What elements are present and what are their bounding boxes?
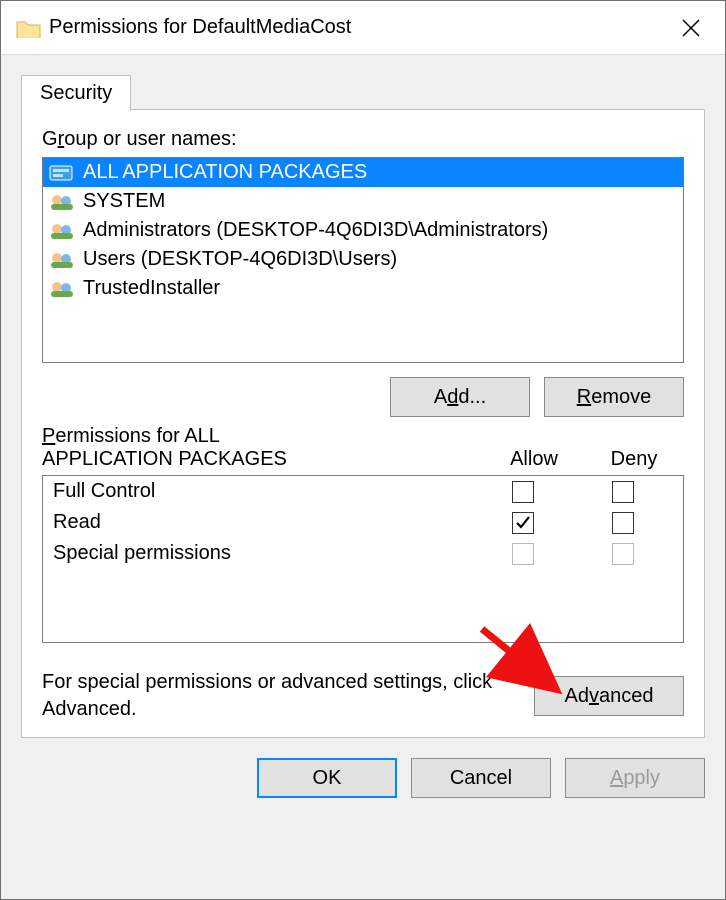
group-item-label: TrustedInstaller — [83, 277, 220, 300]
cancel-button[interactable]: Cancel — [411, 758, 551, 798]
package-icon — [49, 163, 75, 183]
checkbox[interactable] — [612, 481, 634, 503]
group-item[interactable]: ALL APPLICATION PACKAGES — [43, 158, 683, 187]
group-item[interactable]: SYSTEM — [43, 187, 683, 216]
permission-name: Full Control — [53, 480, 473, 503]
group-icon — [49, 221, 75, 241]
add-button[interactable]: Add... — [390, 377, 530, 417]
advanced-button[interactable]: Advanced — [534, 676, 684, 716]
group-icon — [49, 279, 75, 299]
checkbox — [512, 543, 534, 565]
permissions-dialog: Permissions for DefaultMediaCost Securit… — [0, 0, 726, 900]
remove-button[interactable]: Remove — [544, 377, 684, 417]
dialog-buttons: OK Cancel Apply — [1, 738, 725, 820]
groups-listbox[interactable]: ALL APPLICATION PACKAGES SYSTEM Administra… — [42, 157, 684, 363]
permission-row: Full Control — [43, 476, 683, 507]
group-item-label: ALL APPLICATION PACKAGES — [83, 161, 367, 184]
group-icon — [49, 192, 75, 212]
group-item[interactable]: Users (DESKTOP-4Q6DI3D\Users) — [43, 245, 683, 274]
group-item-label: Administrators (DESKTOP-4Q6DI3D\Administ… — [83, 219, 548, 242]
folder-icon — [15, 18, 41, 38]
close-button[interactable] — [661, 1, 721, 54]
permissions-header: Permissions for ALL APPLICATION PACKAGES… — [42, 425, 684, 471]
checkbox[interactable] — [612, 512, 634, 534]
group-item[interactable]: TrustedInstaller — [43, 274, 683, 303]
window-title: Permissions for DefaultMediaCost — [49, 16, 661, 39]
tab-security[interactable]: Security — [21, 75, 131, 111]
group-item-label: SYSTEM — [83, 190, 165, 213]
checkbox — [612, 543, 634, 565]
checkbox[interactable] — [512, 481, 534, 503]
close-icon — [682, 19, 700, 37]
permissions-for-label: Permissions for ALL APPLICATION PACKAGES — [42, 425, 484, 471]
checkbox[interactable] — [512, 512, 534, 534]
group-item-label: Users (DESKTOP-4Q6DI3D\Users) — [83, 248, 397, 271]
permission-row: Read — [43, 507, 683, 538]
col-deny: Deny — [584, 448, 684, 471]
advanced-hint: For special permissions or advanced sett… — [42, 669, 518, 723]
security-panel: Group or user names: ALL APPLICATION PAC… — [21, 109, 705, 738]
ok-button[interactable]: OK — [257, 758, 397, 798]
group-icon — [49, 250, 75, 270]
permission-name: Read — [53, 511, 473, 534]
col-allow: Allow — [484, 448, 584, 471]
tabstrip: Security — [1, 55, 725, 109]
apply-button: Apply — [565, 758, 705, 798]
groups-label: Group or user names: — [42, 128, 684, 151]
permissions-grid: Full Control Read Special permissions — [42, 475, 684, 643]
titlebar: Permissions for DefaultMediaCost — [1, 1, 725, 55]
group-item[interactable]: Administrators (DESKTOP-4Q6DI3D\Administ… — [43, 216, 683, 245]
permission-name: Special permissions — [53, 542, 473, 565]
permission-row: Special permissions — [43, 538, 683, 569]
